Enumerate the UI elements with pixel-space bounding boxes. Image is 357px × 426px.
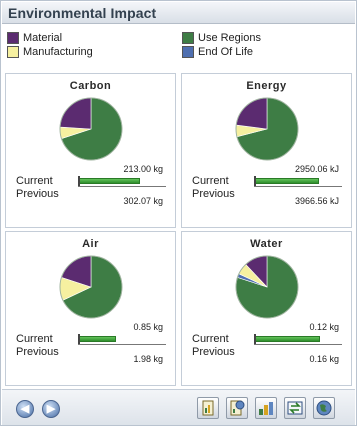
current-label: Current: [16, 333, 53, 345]
previous-start-tick: [78, 334, 80, 344]
legend: Material Manufacturing Use Regions End O…: [1, 25, 356, 71]
previous-label: Previous: [16, 346, 59, 358]
current-bar: [254, 336, 320, 342]
previous-label: Previous: [192, 188, 235, 200]
air-pie-chart: [59, 255, 123, 319]
back-button[interactable]: ◀: [16, 400, 34, 418]
current-value: 2950.06 kJ: [294, 164, 339, 174]
swap-icon: [287, 401, 303, 415]
previous-start-tick: [254, 334, 256, 344]
arrow-left-icon: ◀: [20, 403, 30, 415]
panel-title: Carbon: [69, 80, 112, 92]
panel-carbon: Carbon 213.00 kg Current Previous 302.07…: [5, 73, 176, 228]
bottom-toolbar: ◀ ▶: [2, 389, 355, 425]
current-bar: [254, 178, 320, 184]
water-pie-chart: [235, 255, 299, 319]
panel-title: Energy: [246, 80, 287, 92]
comparison-bar: [78, 334, 166, 345]
panel-title: Air: [82, 238, 99, 250]
previous-start-tick: [254, 176, 256, 186]
legend-item-material: Material: [7, 32, 62, 44]
comparison-bar: [254, 334, 342, 345]
globe-icon: [316, 400, 332, 416]
legend-swatch-material: [7, 32, 19, 44]
legend-label-manufacturing: Manufacturing: [23, 46, 93, 58]
current-value: 0.85 kg: [133, 322, 163, 332]
previous-label: Previous: [192, 346, 235, 358]
current-label: Current: [16, 175, 53, 187]
comparison-bar: [78, 176, 166, 187]
previous-bar: [254, 344, 342, 345]
current-bar: [78, 336, 116, 342]
previous-bar: [254, 186, 342, 187]
report-settings-button[interactable]: [226, 397, 248, 419]
legend-swatch-end-of-life: [182, 46, 194, 58]
previous-value: 302.07 kg: [123, 196, 163, 206]
current-label: Current: [192, 333, 229, 345]
report-settings-icon: [230, 400, 245, 416]
legend-label-use-regions: Use Regions: [198, 32, 261, 44]
current-value: 213.00 kg: [123, 164, 163, 174]
previous-value: 0.16 kg: [309, 354, 339, 364]
forward-button[interactable]: ▶: [42, 400, 60, 418]
panel-energy: Energy 2950.06 kJ Current Previous 3966.…: [181, 73, 352, 228]
previous-value: 3966.56 kJ: [294, 196, 339, 206]
report-icon: [202, 400, 214, 416]
previous-label: Previous: [16, 188, 59, 200]
title-bar: Environmental Impact: [2, 2, 355, 24]
swap-button[interactable]: [284, 397, 306, 419]
legend-label-end-of-life: End Of Life: [198, 46, 254, 58]
legend-swatch-manufacturing: [7, 46, 19, 58]
arrow-right-icon: ▶: [46, 403, 56, 415]
material-chart-button[interactable]: [255, 397, 277, 419]
current-bar: [78, 178, 141, 184]
previous-bar: [78, 344, 166, 345]
panel-air: Air 0.85 kg Current Previous 1.98 kg: [5, 231, 176, 386]
current-label: Current: [192, 175, 229, 187]
current-value: 0.12 kg: [309, 322, 339, 332]
window-title: Environmental Impact: [8, 5, 157, 21]
previous-value: 1.98 kg: [133, 354, 163, 364]
legend-swatch-use-regions: [182, 32, 194, 44]
legend-item-manufacturing: Manufacturing: [7, 46, 93, 58]
panel-title: Water: [250, 238, 283, 250]
comparison-bar: [254, 176, 342, 187]
panel-water: Water 0.12 kg Current Previous 0.16 kg: [181, 231, 352, 386]
previous-start-tick: [78, 176, 80, 186]
carbon-pie-chart: [59, 97, 123, 161]
environmental-impact-window: Environmental Impact Material Manufactur…: [0, 0, 357, 426]
energy-pie-chart: [235, 97, 299, 161]
legend-label-material: Material: [23, 32, 63, 44]
material-chart-icon: [259, 402, 273, 415]
legend-item-use-regions: Use Regions: [182, 32, 261, 44]
globe-button[interactable]: [313, 397, 335, 419]
previous-bar: [78, 186, 166, 187]
legend-item-end-of-life: End Of Life: [182, 46, 253, 58]
report-button[interactable]: [197, 397, 219, 419]
